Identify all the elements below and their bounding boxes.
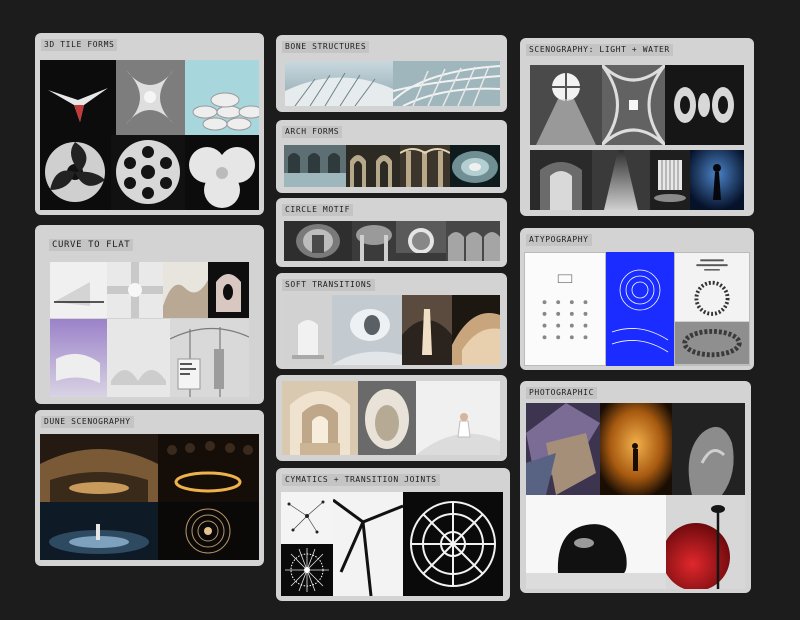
image-circle-oval-doorway[interactable] bbox=[284, 221, 352, 261]
image-tile-stacked-ovals[interactable] bbox=[185, 60, 259, 135]
card-title: CURVE TO FLAT bbox=[49, 239, 134, 251]
card-scenography-light-water[interactable]: SCENOGRAPHY: LIGHT + WATER bbox=[520, 38, 754, 216]
image-sceno-blue-figure[interactable] bbox=[690, 150, 744, 210]
image-tile-curved-square[interactable] bbox=[116, 60, 185, 135]
image-sceno-waterfall-stage[interactable] bbox=[650, 150, 690, 210]
image-photo-red-lamp[interactable] bbox=[666, 495, 745, 589]
image-tile-trefoil[interactable] bbox=[185, 135, 259, 210]
image-dune-ring-light[interactable] bbox=[158, 434, 259, 502]
card-circle-motif[interactable]: CIRCLE MOTIF bbox=[276, 198, 507, 267]
image-curve-cantilever[interactable] bbox=[50, 262, 107, 318]
image-cym-crack-lines[interactable] bbox=[333, 492, 403, 596]
card-title: SCENOGRAPHY: LIGHT + WATER bbox=[526, 44, 673, 56]
card-curve-to-flat[interactable]: CURVE TO FLAT bbox=[35, 225, 264, 404]
image-arch-gallery[interactable] bbox=[346, 145, 400, 187]
image-circle-portal[interactable] bbox=[396, 221, 446, 261]
card-3d-tile-forms[interactable]: 3D TILE FORMS bbox=[35, 33, 264, 215]
image-cym-radial-burst[interactable] bbox=[281, 544, 333, 596]
image-dune-blue-stage[interactable] bbox=[40, 502, 158, 560]
image-sceno-arched-hall[interactable] bbox=[530, 150, 592, 210]
image-tile-triskelion[interactable] bbox=[40, 135, 111, 210]
card-soft-transitions[interactable]: SOFT TRANSITIONS bbox=[276, 273, 507, 369]
image-typo-ring-poster[interactable] bbox=[674, 252, 750, 366]
card-untitled-arches[interactable] bbox=[276, 375, 507, 461]
image-sceno-columns-dark[interactable] bbox=[665, 65, 744, 145]
image-arch-tunnel[interactable] bbox=[450, 145, 500, 187]
image-dune-mandala[interactable] bbox=[158, 502, 259, 560]
card-title: ATYPOGRAPHY bbox=[526, 234, 592, 246]
card-arch-forms[interactable]: ARCH FORMS bbox=[276, 120, 507, 193]
card-title: SOFT TRANSITIONS bbox=[282, 279, 375, 291]
card-title: BONE STRUCTURES bbox=[282, 41, 370, 53]
image-typo-grid-poster[interactable] bbox=[524, 252, 606, 366]
card-atypography[interactable]: ATYPOGRAPHY bbox=[520, 228, 754, 370]
image-bone-pavilion[interactable] bbox=[285, 61, 393, 106]
image-soft-warm-curve[interactable] bbox=[452, 295, 500, 365]
image-photo-crystal[interactable] bbox=[526, 403, 600, 495]
image-arch-station[interactable] bbox=[284, 145, 346, 187]
image-dune-amphitheater[interactable] bbox=[40, 434, 158, 502]
card-title: CIRCLE MOTIF bbox=[282, 204, 353, 216]
image-cym-star-map[interactable] bbox=[281, 492, 333, 544]
image-soft-pedestal[interactable] bbox=[284, 295, 332, 365]
image-circle-arcade[interactable] bbox=[446, 221, 500, 261]
image-cym-radial-wheel[interactable] bbox=[403, 492, 503, 596]
card-title: PHOTOGRAPHIC bbox=[526, 387, 597, 399]
card-dune-scenography[interactable]: DUNE SCENOGRAPHY bbox=[35, 410, 264, 566]
image-photo-amber-figure[interactable] bbox=[600, 403, 672, 495]
card-title: DUNE SCENOGRAPHY bbox=[41, 416, 134, 428]
image-typo-blue-poster[interactable] bbox=[606, 252, 674, 366]
image-tile-hex-knot[interactable] bbox=[111, 135, 185, 210]
image-arch-vault-corridor[interactable] bbox=[282, 381, 358, 455]
card-photographic[interactable]: PHOTOGRAPHIC bbox=[520, 381, 751, 593]
image-curve-soft-arch[interactable] bbox=[107, 319, 170, 397]
image-bone-ribbed-roof[interactable] bbox=[393, 61, 500, 106]
image-sceno-circular-skylight[interactable] bbox=[530, 65, 602, 145]
card-bone-structures[interactable]: BONE STRUCTURES bbox=[276, 35, 507, 112]
image-photo-sculpture-bw[interactable] bbox=[672, 403, 745, 495]
image-curve-cross-joint[interactable] bbox=[107, 262, 163, 318]
image-arch-egg-portal[interactable] bbox=[358, 381, 416, 455]
image-curve-wave-block[interactable] bbox=[163, 262, 208, 318]
image-tile-star-form[interactable] bbox=[40, 60, 116, 135]
card-title: 3D TILE FORMS bbox=[41, 39, 118, 51]
image-curve-dark-sculpture[interactable] bbox=[208, 262, 249, 318]
image-sceno-cross-vault[interactable] bbox=[602, 65, 665, 145]
image-soft-curved-opening[interactable] bbox=[332, 295, 402, 365]
card-cymatics-transition-joints[interactable]: CYMATICS + TRANSITION JOINTS bbox=[276, 468, 510, 601]
image-photo-water-droplet[interactable] bbox=[526, 495, 666, 589]
image-soft-lit-slot[interactable] bbox=[402, 295, 452, 365]
image-arch-columns-hall[interactable] bbox=[400, 145, 450, 187]
image-curve-purple-form[interactable] bbox=[50, 319, 107, 397]
image-sceno-light-beam[interactable] bbox=[592, 150, 650, 210]
card-title: ARCH FORMS bbox=[282, 126, 343, 138]
card-title: CYMATICS + TRANSITION JOINTS bbox=[282, 474, 440, 486]
image-circle-hall[interactable] bbox=[352, 221, 396, 261]
image-arch-white-room-figure[interactable] bbox=[416, 381, 500, 455]
image-curve-installation[interactable] bbox=[170, 319, 249, 397]
